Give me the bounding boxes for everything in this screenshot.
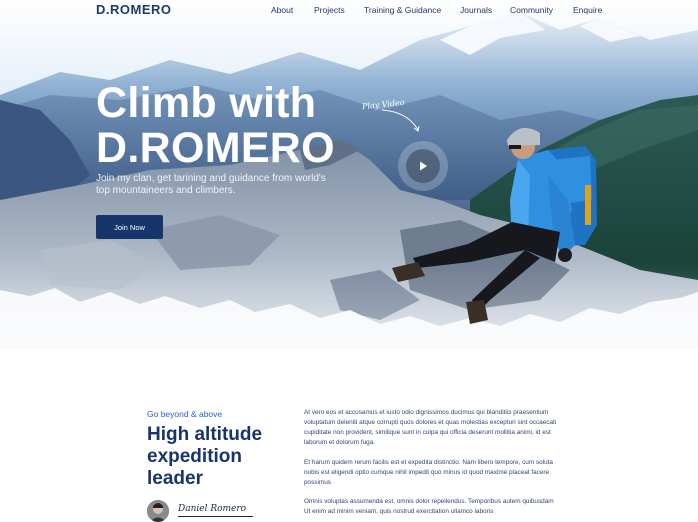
nav-item-journals[interactable]: Journals xyxy=(460,5,492,15)
nav-item-about[interactable]: About xyxy=(271,5,293,15)
nav-item-projects[interactable]: Projects xyxy=(314,5,345,15)
avatar xyxy=(147,500,169,522)
nav-item-training-guidance[interactable]: Training & Guidance xyxy=(364,5,441,15)
signature-underline xyxy=(178,516,253,517)
top-navigation: D.ROMERO About Projects Training & Guida… xyxy=(0,0,698,22)
join-now-button[interactable]: Join Now xyxy=(96,215,163,239)
play-video-button[interactable] xyxy=(398,141,448,191)
section-title: High altitude expedition leader xyxy=(147,424,287,490)
play-icon xyxy=(420,161,427,171)
section-title-line1: High altitude xyxy=(147,424,263,445)
hero-subtitle: Join my clan, get tarining and guidance … xyxy=(96,173,326,196)
curved-arrow-icon xyxy=(381,109,420,132)
hero-headline-line2: D.ROMERO xyxy=(96,124,335,172)
hero-section: D.ROMERO About Projects Training & Guida… xyxy=(0,0,698,350)
hero-headline: Climb with D.ROMERO xyxy=(96,81,335,171)
nav-item-enquire[interactable]: Enquire xyxy=(573,5,602,15)
body-paragraph-1: At vero eos et accusamus et iusto odio d… xyxy=(304,409,557,446)
hero-headline-line1: Climb with xyxy=(96,79,317,127)
signature-name: Daniel Romero xyxy=(178,504,247,514)
section-title-line2: expedition xyxy=(147,446,243,467)
nav-item-community[interactable]: Community xyxy=(510,5,553,15)
body-paragraph-2: Et harum quidem rerum facilis est et exp… xyxy=(304,459,553,486)
about-section: Go beyond & above High altitude expediti… xyxy=(0,350,698,522)
nav-menu: About Projects Training & Guidance Journ… xyxy=(271,5,698,19)
section-title-line3: leader xyxy=(147,468,203,489)
body-paragraph-3: Omnis voluptas assumenda est, omnis dolo… xyxy=(304,498,554,515)
section-eyebrow: Go beyond & above xyxy=(147,409,223,419)
brand-logo[interactable]: D.ROMERO xyxy=(96,2,172,17)
